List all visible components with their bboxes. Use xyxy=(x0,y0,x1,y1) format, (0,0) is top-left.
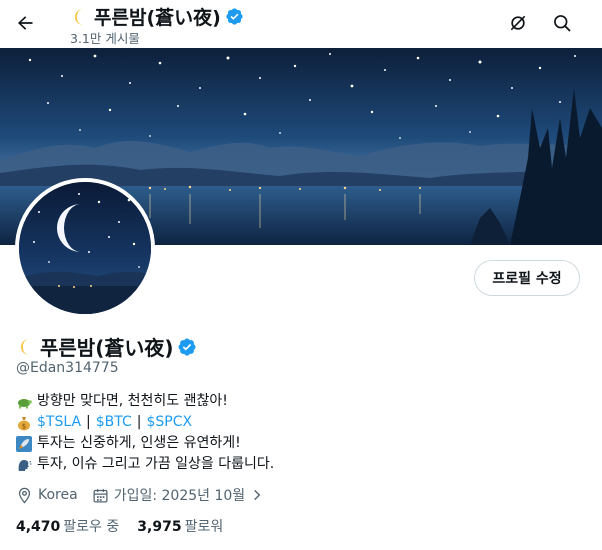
following-label: 팔로우 중 xyxy=(63,519,120,535)
bio-text-3: 투자는 신중하게, 인생은 유연하게! xyxy=(37,435,241,451)
verified-badge-icon xyxy=(226,8,243,25)
edit-profile-button[interactable]: 프로필 수정 xyxy=(474,260,580,296)
chevron-right-icon xyxy=(254,489,261,501)
profile-meta: Korea 가입일: 2025년 10월 xyxy=(16,485,274,505)
hide-button[interactable] xyxy=(502,7,534,39)
cashtag-spcx[interactable]: $SPCX xyxy=(147,412,193,433)
calendar-icon xyxy=(93,488,108,503)
location: Korea xyxy=(16,487,78,504)
followers-count: 3,975 xyxy=(137,519,182,535)
back-button[interactable] xyxy=(8,6,42,40)
follow-stats: 4,470 팔로우 중 3,975 팔로워 xyxy=(16,516,223,536)
crescent-moon-emoji xyxy=(75,8,83,25)
turtle-emoji xyxy=(16,394,32,410)
bio-line-3: 투자는 신중하게, 인생은 유연하게! xyxy=(16,433,586,454)
bio-line-2: $ $TSLA | $BTC | $SPCX xyxy=(16,412,586,433)
header-name: 푸른밤(蒼い夜) xyxy=(94,7,221,29)
cashtag-separator: | xyxy=(136,414,142,430)
profile-name: 푸른밤(蒼い夜) xyxy=(16,332,197,361)
bio-text-4: 투자, 이슈 그리고 가끔 일상을 다룹니다. xyxy=(37,456,275,472)
svg-text:$: $ xyxy=(22,422,26,430)
cashtag-separator: | xyxy=(86,414,91,430)
followers-link[interactable]: 3,975 팔로워 xyxy=(137,516,223,536)
cashtag-tsla[interactable]: $TSLA xyxy=(37,412,81,433)
cashtag-btc[interactable]: $BTC xyxy=(96,412,132,433)
top-bar: 푸른밤(蒼い夜) 3.1만 게시물 xyxy=(0,0,602,48)
followers-label: 팔로워 xyxy=(184,519,224,535)
profile-name-text: 푸른밤(蒼い夜) xyxy=(40,336,174,360)
profile-bio: 방향만 맞다면, 천천히도 괜찮아! $ $TSLA | $BTC | $SPC… xyxy=(16,391,586,475)
join-date-text: 가입일: 2025년 10월 xyxy=(113,488,246,504)
following-count: 4,470 xyxy=(16,519,61,535)
profile-handle: @Edan314775 xyxy=(16,360,119,376)
bio-line-4: 투자, 이슈 그리고 가끔 일상을 다룹니다. xyxy=(16,454,586,475)
location-text: Korea xyxy=(38,487,78,503)
header-title: 푸른밤(蒼い夜) xyxy=(70,3,244,30)
following-link[interactable]: 4,470 팔로우 중 xyxy=(16,516,119,536)
join-date[interactable]: 가입일: 2025년 10월 xyxy=(92,485,264,505)
location-pin-icon xyxy=(18,487,31,504)
bio-text-1: 방향만 맞다면, 천천히도 괜찮아! xyxy=(37,393,228,409)
avatar-image xyxy=(19,182,151,314)
rocket-emoji xyxy=(16,435,32,452)
speaking-head-emoji xyxy=(16,457,32,473)
post-count: 3.1만 게시물 xyxy=(70,31,140,46)
eye-slash-icon xyxy=(510,15,526,31)
bio-line-1: 방향만 맞다면, 천천히도 괜찮아! xyxy=(16,391,586,412)
search-button[interactable] xyxy=(546,7,578,39)
arrow-left-icon xyxy=(18,16,33,30)
search-icon xyxy=(554,15,571,32)
money-bag-emoji: $ xyxy=(16,415,32,431)
avatar[interactable] xyxy=(15,178,155,318)
verified-badge-icon[interactable] xyxy=(177,337,197,357)
crescent-moon-emoji xyxy=(21,338,29,355)
